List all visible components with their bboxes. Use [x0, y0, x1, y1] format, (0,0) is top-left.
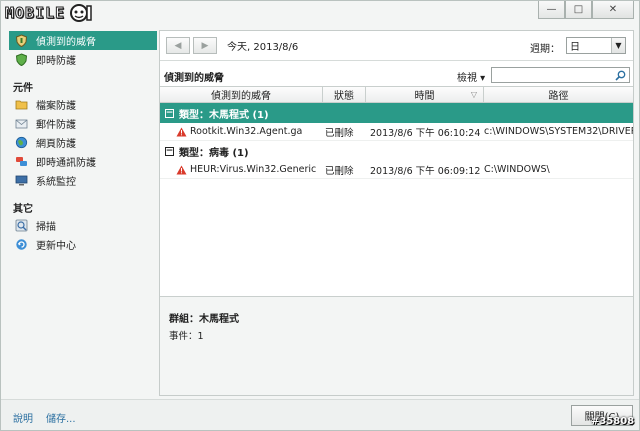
globe-icon: [15, 136, 28, 149]
mail-icon: [15, 119, 28, 129]
chevron-down-icon: ▼: [611, 38, 625, 53]
sidebar: 偵測到的威脅 即時防護 元件 檔案防護 郵件防護 網頁防護 即時通訊防護 系統監…: [9, 31, 157, 393]
folder-icon: [15, 100, 28, 110]
column-header-status[interactable]: 狀態: [323, 87, 366, 102]
detail-group-label: 群組：木馬程式: [169, 314, 239, 325]
save-link[interactable]: 儲存...: [46, 410, 76, 425]
status-cell: 已刪除: [325, 127, 354, 139]
time-cell: 2013/8/6 下午 06:09:12: [370, 165, 481, 177]
help-link[interactable]: 說明: [13, 410, 33, 425]
warning-icon: [176, 127, 187, 136]
close-window-button[interactable]: ✕: [592, 1, 634, 19]
group-row-trojan[interactable]: − 類型：木馬程式 (1): [160, 103, 633, 123]
sidebar-item-label: 網頁防護: [36, 139, 76, 150]
column-label: 路徑: [548, 91, 569, 102]
footer-bar: 說明 儲存... 關閉(C): [1, 399, 639, 430]
collapse-icon[interactable]: −: [165, 108, 174, 118]
update-icon: [16, 239, 27, 250]
arrow-right-icon: ▶: [201, 40, 209, 51]
group-row-virus[interactable]: − 類型：病毒 (1): [160, 141, 633, 161]
sidebar-item-web-protection[interactable]: 網頁防護: [9, 133, 157, 152]
arrow-left-icon: ◀: [174, 40, 182, 51]
group-label: 類型：病毒 (1): [179, 147, 249, 159]
section-title: 偵測到的威脅: [164, 73, 224, 84]
other-heading: 其它: [13, 203, 33, 215]
group-label: 類型：木馬程式 (1): [179, 109, 269, 121]
view-menu-button[interactable]: 檢視 ▾: [457, 69, 485, 84]
forward-button[interactable]: ▶: [193, 37, 217, 54]
sort-desc-icon: ▽: [470, 90, 477, 99]
threat-name: Rootkit.Win32.Agent.ga: [190, 126, 303, 137]
sidebar-item-label: 即時防護: [36, 56, 76, 67]
sidebar-item-update-center[interactable]: 更新中心: [9, 235, 157, 254]
column-header-time[interactable]: 時間 ▽: [366, 87, 484, 102]
sidebar-item-system-monitor[interactable]: 系統監控: [9, 171, 157, 190]
app-window: MOBILE — □ ✕ 偵測到的威脅 即時防護 元件 檔案防護 郵件防護 網頁…: [0, 0, 640, 431]
sidebar-item-label: 系統監控: [36, 177, 76, 188]
threats-table: 偵測到的威脅 狀態 時間 ▽ 路徑 − 類型：木馬程式 (1) Rootkit.W…: [160, 86, 633, 295]
sidebar-item-detected-threats[interactable]: 偵測到的威脅: [9, 31, 157, 50]
main-panel: ◀ ▶ 今天, 2013/8/6 週期： 日 ▼ 偵測到的威脅 檢視 ▾ 偵測到…: [159, 30, 634, 396]
collapse-icon[interactable]: −: [165, 146, 174, 156]
shield-icon: [15, 53, 28, 66]
logo-text: MOBILE: [4, 4, 66, 23]
sidebar-item-label: 更新中心: [36, 241, 76, 252]
sidebar-item-mail-protection[interactable]: 郵件防護: [9, 114, 157, 133]
column-label: 偵測到的威脅: [211, 91, 271, 102]
mobile01-logo: MOBILE: [4, 3, 93, 23]
column-label: 時間: [414, 91, 435, 102]
scan-icon: [15, 219, 28, 232]
table-row[interactable]: Rootkit.Win32.Agent.ga 已刪除 2013/8/6 下午 0…: [160, 123, 633, 141]
search-input[interactable]: [492, 68, 610, 82]
logo-mark-icon: [70, 4, 92, 22]
table-row[interactable]: HEUR:Virus.Win32.Generic 已刪除 2013/8/6 下午…: [160, 161, 633, 179]
column-header-threat[interactable]: 偵測到的威脅: [160, 87, 323, 102]
column-header-path[interactable]: 路徑: [484, 87, 633, 102]
components-heading: 元件: [13, 82, 33, 94]
monitor-icon: [15, 175, 28, 186]
shield-icon: [15, 34, 28, 47]
search-box: [491, 67, 630, 83]
period-select[interactable]: 日 ▼: [566, 37, 626, 54]
status-cell: 已刪除: [325, 165, 354, 177]
window-controls: — □ ✕: [538, 1, 634, 19]
detail-event-count: 事件：1: [169, 331, 204, 342]
table-header: 偵測到的威脅 狀態 時間 ▽ 路徑: [160, 87, 633, 103]
sidebar-item-realtime-protection[interactable]: 即時防護: [9, 50, 157, 69]
watermark: #35808: [591, 416, 635, 427]
path-cell: C:\WINDOWS\: [484, 164, 550, 175]
current-date: 今天, 2013/8/6: [227, 42, 299, 53]
sidebar-item-im-protection[interactable]: 即時通訊防護: [9, 152, 157, 171]
sidebar-item-label: 掃描: [36, 222, 56, 233]
sidebar-item-file-protection[interactable]: 檔案防護: [9, 95, 157, 114]
detail-pane: 群組：木馬程式 事件：1: [160, 296, 633, 395]
period-label: 週期：: [530, 44, 560, 55]
sidebar-item-label: 偵測到的威脅: [36, 37, 96, 48]
section-header: 偵測到的威脅 檢視 ▾: [160, 67, 633, 84]
sidebar-item-label: 即時通訊防護: [36, 158, 96, 169]
threat-name-cell: Rootkit.Win32.Agent.ga: [160, 126, 323, 137]
title-bar: MOBILE — □ ✕: [1, 1, 639, 25]
period-value: 日: [570, 42, 580, 53]
path-cell: c:\WINDOWS\SYSTEM32\DRIVERS\: [484, 126, 633, 137]
time-cell: 2013/8/6 下午 06:10:24: [370, 127, 481, 139]
threat-name: HEUR:Virus.Win32.Generic: [190, 164, 317, 175]
chat-icon: [16, 157, 27, 166]
threat-name-cell: HEUR:Virus.Win32.Generic: [160, 164, 323, 175]
back-button[interactable]: ◀: [166, 37, 190, 54]
search-icon[interactable]: [615, 70, 626, 81]
sidebar-item-label: 郵件防護: [36, 120, 76, 131]
sidebar-item-scan[interactable]: 掃描: [9, 216, 157, 235]
minimize-button[interactable]: —: [538, 1, 565, 19]
maximize-button[interactable]: □: [565, 1, 592, 19]
warning-icon: [176, 165, 187, 174]
sidebar-item-label: 檔案防護: [36, 101, 76, 112]
column-label: 狀態: [334, 91, 354, 102]
toolbar: ◀ ▶ 今天, 2013/8/6 週期： 日 ▼: [160, 31, 633, 61]
